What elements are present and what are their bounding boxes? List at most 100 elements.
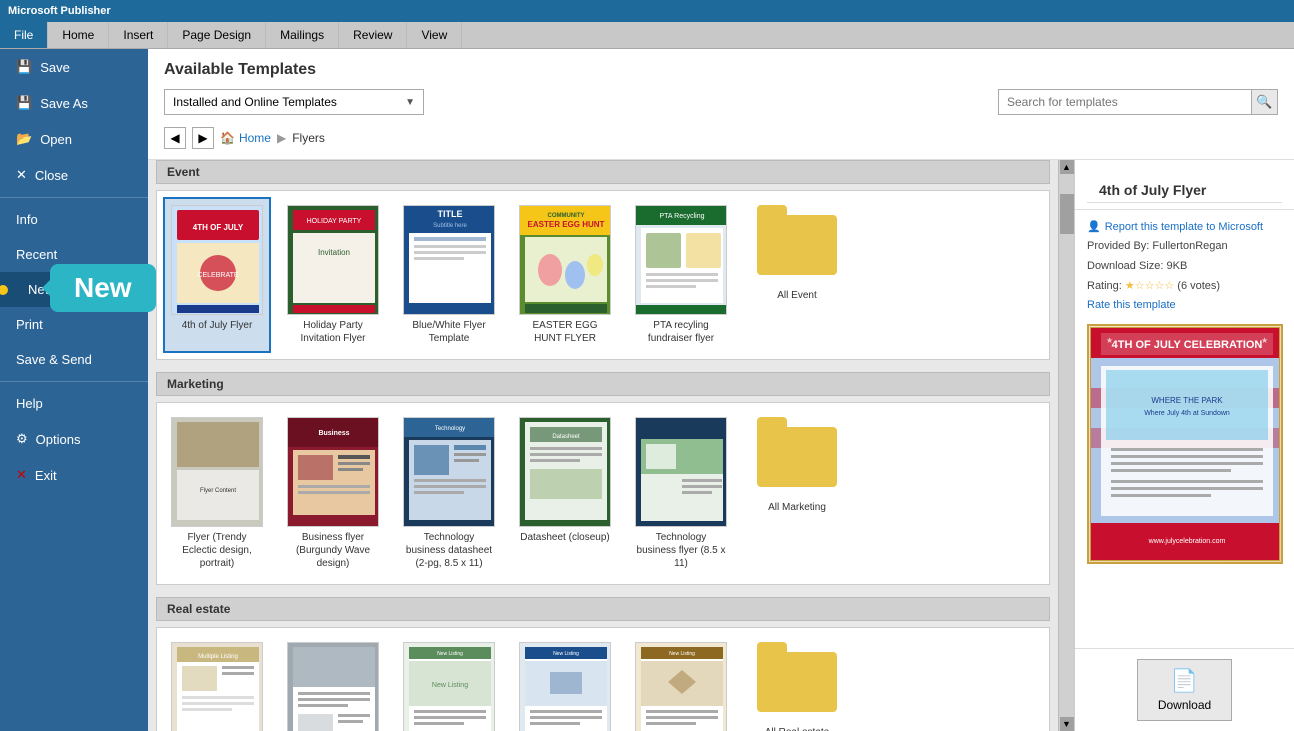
template-label-flyer-trendy: Flyer (Trendy Eclectic design, portrait): [171, 531, 263, 570]
tab-mailings[interactable]: Mailings: [266, 22, 339, 48]
options-icon: ⚙: [16, 431, 28, 447]
scrollbar[interactable]: ▲ ▼: [1058, 160, 1074, 731]
search-input[interactable]: [999, 93, 1251, 111]
template-item-easter[interactable]: COMMUNITY EASTER EGG HUNT EASTER EGG HUN…: [511, 197, 619, 353]
search-icon: 🔍: [1256, 94, 1272, 110]
template-thumb-pta: PTA Recycling: [635, 205, 727, 315]
svg-text:HOLIDAY PARTY: HOLIDAY PARTY: [307, 218, 362, 225]
folder-shape-event: [757, 215, 837, 275]
sidebar-label-open: Open: [40, 132, 72, 147]
tech2-thumb-svg: [636, 417, 726, 527]
template-label-holiday: Holiday Party Invitation Flyer: [287, 319, 379, 345]
template-item-all-real-estate[interactable]: All Real estate: [743, 634, 851, 731]
sidebar-item-help[interactable]: Help: [0, 386, 148, 421]
template-item-july-flyer[interactable]: 4TH OF JULY CELEBRATE 4th of July Flyer: [163, 197, 271, 353]
template-item-nl-arrows[interactable]: New Listing New listing flyer (Arrows, p…: [627, 634, 735, 731]
sidebar-item-options[interactable]: ⚙ Options: [0, 421, 148, 457]
svg-text:PTA Recycling: PTA Recycling: [660, 213, 705, 220]
rating-row: Rating: ★☆☆☆☆ (6 votes): [1087, 277, 1282, 297]
template-grid-event: 4TH OF JULY CELEBRATE 4th of July Flyer: [156, 190, 1050, 360]
template-thumb-july-flyer: 4TH OF JULY CELEBRATE: [171, 205, 263, 315]
template-item-holiday-party[interactable]: HOLIDAY PARTY Invitation Holiday Party I…: [279, 197, 387, 353]
sidebar-item-save-send[interactable]: Save & Send: [0, 342, 148, 377]
tab-home[interactable]: Home: [48, 22, 109, 48]
scroll-thumb[interactable]: [1060, 194, 1074, 234]
template-item-tech-flyer[interactable]: Technology business flyer (8.5 x 11): [627, 409, 735, 578]
save-icon: 💾: [16, 59, 32, 75]
section-header-marketing: Marketing: [156, 372, 1050, 396]
sidebar-label-save-as: Save As: [40, 96, 88, 111]
sidebar-item-info[interactable]: Info: [0, 202, 148, 237]
sidebar-label-save-send: Save & Send: [16, 352, 92, 367]
scroll-up-button[interactable]: ▲: [1060, 160, 1074, 174]
template-item-nl-premier[interactable]: New Listing New listing flyer (Premier, …: [511, 634, 619, 731]
template-item-flyer-trendy[interactable]: Flyer Content Flyer (Trendy Eclectic des…: [163, 409, 271, 578]
template-label-july-flyer: 4th of July Flyer: [182, 319, 253, 332]
svg-text:CELEBRATE: CELEBRATE: [197, 272, 238, 279]
nav-forward-button[interactable]: ▶: [192, 127, 214, 149]
sidebar-item-save[interactable]: 💾 Save: [0, 49, 148, 85]
tab-file[interactable]: File: [0, 22, 48, 48]
dropdown-label: Installed and Online Templates: [173, 95, 337, 109]
sidebar-item-print[interactable]: Print: [0, 307, 148, 342]
section-header-event: Event: [156, 160, 1050, 184]
section-event: Event 4TH OF JULY C: [156, 160, 1050, 360]
svg-text:TITLE: TITLE: [438, 209, 463, 219]
sidebar-item-new[interactable]: New New: [0, 272, 148, 307]
nl1-thumb-svg: New Listing New Listing: [404, 642, 494, 731]
report-link[interactable]: 👤 Report this template to Microsoft: [1087, 220, 1282, 233]
svg-text:★: ★: [1106, 336, 1113, 345]
templates-dropdown[interactable]: Installed and Online Templates ▼: [164, 89, 424, 115]
template-item-business-flyer[interactable]: Business Business fly: [279, 409, 387, 578]
sidebar-item-exit[interactable]: ✕ Exit: [0, 457, 148, 493]
tab-view[interactable]: View: [407, 22, 462, 48]
download-button[interactable]: 📄 Download: [1137, 659, 1232, 721]
exit-icon: ✕: [16, 467, 27, 483]
svg-text:COMMUNITY: COMMUNITY: [548, 213, 585, 219]
sidebar-item-close[interactable]: ✕ Close: [0, 157, 148, 193]
easter-thumb-svg: COMMUNITY EASTER EGG HUNT: [520, 205, 610, 315]
svg-text:4TH OF JULY CELEBRATION: 4TH OF JULY CELEBRATION: [1112, 339, 1263, 351]
tab-review[interactable]: Review: [339, 22, 407, 48]
tech1-thumb-svg: Technology: [404, 417, 494, 527]
ml1-thumb-svg: Multiple Listing: [172, 642, 262, 731]
sidebar-item-open[interactable]: 📂 Open: [0, 121, 148, 157]
sidebar-item-save-as[interactable]: 💾 Save As: [0, 85, 148, 121]
template-label-business-flyer: Business flyer (Burgundy Wave design): [287, 531, 379, 570]
templates-scroll[interactable]: Event 4TH OF JULY C: [148, 160, 1058, 731]
rate-link[interactable]: Rate this template: [1087, 296, 1282, 316]
tab-insert[interactable]: Insert: [109, 22, 168, 48]
tab-page-design[interactable]: Page Design: [168, 22, 266, 48]
template-item-tech-datasheet[interactable]: Technology: [395, 409, 503, 578]
template-item-nl-elegant[interactable]: New Listing New Listing New listing flye…: [395, 634, 503, 731]
nav-home-label: Home: [239, 131, 271, 145]
template-thumb-blue-white: TITLE Subtitle here: [403, 205, 495, 315]
scroll-down-button[interactable]: ▼: [1060, 717, 1074, 731]
new-tooltip-bubble: New: [50, 264, 156, 312]
template-item-datasheet[interactable]: Datasheet Datasheet (closeup): [511, 409, 619, 578]
template-item-ml-1[interactable]: Multiple Listing Multiple listing flyer: [163, 634, 271, 731]
search-button[interactable]: 🔍: [1251, 90, 1277, 114]
template-thumb-tech-flyer: [635, 417, 727, 527]
nav-home-button[interactable]: 🏠 Home: [220, 131, 271, 145]
template-item-ml-2[interactable]: Multiple listing flyer (Photoscope, agen…: [279, 634, 387, 731]
ribbon: File Home Insert Page Design Mailings Re…: [0, 22, 1294, 49]
template-item-pta[interactable]: PTA Recycling PTA rec: [627, 197, 735, 353]
sidebar-label-close: Close: [35, 168, 68, 183]
template-grid-real-estate: Multiple Listing Multiple listing flyer: [156, 627, 1050, 731]
search-box: 🔍: [998, 89, 1278, 115]
sidebar-label-print: Print: [16, 317, 43, 332]
template-item-all-marketing[interactable]: All Marketing: [743, 409, 851, 578]
svg-text:Invitation: Invitation: [318, 248, 350, 257]
svg-text:Business: Business: [318, 430, 349, 437]
template-item-all-event[interactable]: All Event: [743, 197, 851, 353]
nav-back-button[interactable]: ◀: [164, 127, 186, 149]
template-item-blue-white[interactable]: TITLE Subtitle here Bl: [395, 197, 503, 353]
template-thumb-datasheet: Datasheet: [519, 417, 611, 527]
page-title: Available Templates: [164, 61, 1278, 79]
right-panel-header: 4th of July Flyer: [1075, 160, 1294, 210]
templates-toolbar: Installed and Online Templates ▼ 🔍: [164, 89, 1278, 115]
svg-text:Subtitle here: Subtitle here: [433, 223, 467, 229]
template-label-all-marketing: All Marketing: [768, 501, 826, 514]
template-label-tech-flyer: Technology business flyer (8.5 x 11): [635, 531, 727, 570]
